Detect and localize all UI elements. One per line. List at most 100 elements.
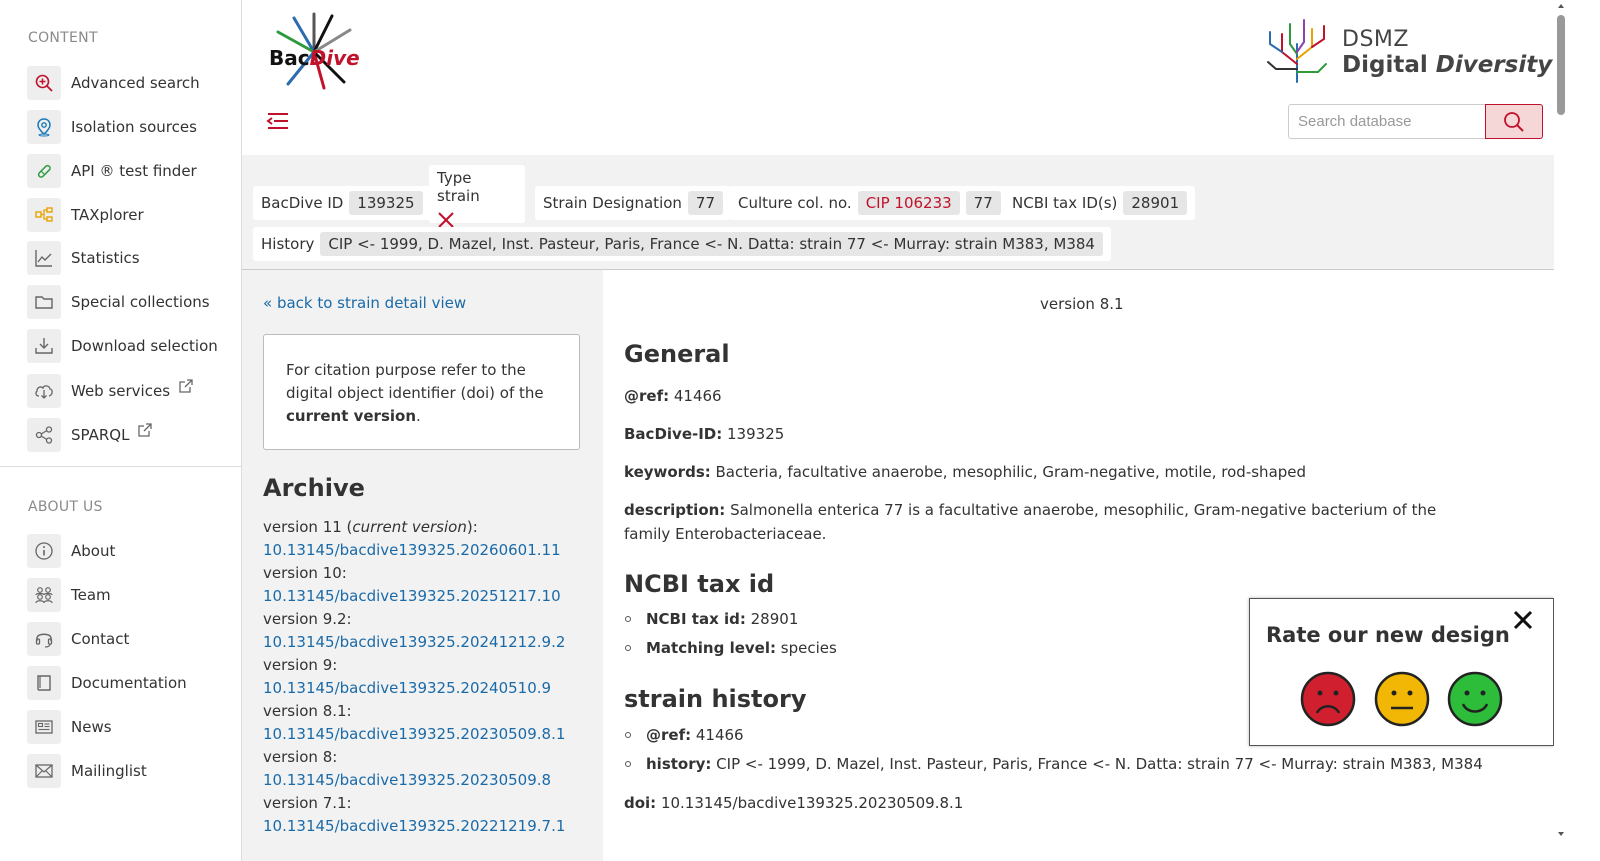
sidebar-item-label: Advanced search	[71, 74, 200, 92]
description-value: Salmonella enterica 77 is a facultative …	[624, 501, 1437, 543]
strain-designation-label: Strain Designation	[543, 194, 682, 212]
ncbi-taxid-label: NCBI tax ID(s)	[1012, 194, 1118, 212]
sidebar-item-contact[interactable]: Contact	[27, 622, 129, 656]
sidebar-item-special-collections[interactable]: Special collections	[27, 285, 210, 319]
menu-collapse-icon[interactable]	[266, 110, 290, 132]
dsmz-line2: Digital Diversity	[1342, 52, 1552, 78]
logo-part1: Bac	[269, 46, 310, 70]
sidebar-item-label: Isolation sources	[71, 118, 197, 136]
line-chart-icon	[27, 241, 61, 275]
culture-collection-chip: Culture col. no. CIP 106233 77	[730, 186, 1009, 220]
sidebar-item-label: Web services	[71, 382, 171, 400]
sidebar-item-advanced-search[interactable]: Advanced search	[27, 66, 200, 100]
archive-doi-link[interactable]: 10.13145/bacdive139325.20251217.10	[263, 585, 593, 608]
search-button[interactable]	[1485, 104, 1543, 139]
archive-version-label: version 7.1:	[263, 794, 352, 812]
rating-popup: Rate our new design	[1249, 598, 1554, 746]
archive-doi-link[interactable]: 10.13145/bacdive139325.20241212.9.2	[263, 631, 593, 654]
about-section-title: ABOUT US	[28, 499, 103, 515]
search-plus-icon	[27, 66, 61, 100]
strain-info-band: BacDive ID 139325 Type strain Strain Des…	[242, 155, 1554, 270]
archive-version-label: version 8:	[263, 748, 338, 766]
cloud-download-icon	[27, 374, 61, 408]
sidebar-item-sparql[interactable]: SPARQL	[27, 418, 153, 452]
general-heading: General	[624, 340, 730, 368]
scroll-up-icon[interactable]	[1557, 2, 1565, 10]
sidebar-item-statistics[interactable]: Statistics	[27, 241, 140, 275]
archive-list: version 11 (current version): 10.13145/b…	[263, 516, 593, 838]
sidebar-item-label: SPARQL	[71, 426, 130, 444]
sidebar-item-team[interactable]: Team	[27, 578, 111, 612]
culture-collection-value: 77	[965, 191, 1001, 215]
back-to-strain-link[interactable]: « back to strain detail view	[263, 294, 466, 312]
main-content: version 8.1 General @ref: 41466 BacDive-…	[603, 270, 1554, 861]
archive-current-label: current version	[352, 518, 467, 536]
history-value: CIP <- 1999, D. Mazel, Inst. Pasteur, Pa…	[320, 232, 1103, 256]
archive-doi-link[interactable]: 10.13145/bacdive139325.20260601.11	[263, 539, 593, 562]
version-label: version 8.1	[1040, 295, 1124, 313]
archive-version-label: version 10:	[263, 564, 347, 582]
sidebar-item-label: Statistics	[71, 249, 140, 267]
ref-label: @ref:	[624, 387, 670, 405]
bacdive-id-value: 139325	[349, 191, 423, 215]
bacdive-id-field: BacDive-ID: 139325	[624, 422, 784, 446]
bacdive-id-chip: BacDive ID 139325	[253, 186, 431, 220]
map-pin-icon	[27, 110, 61, 144]
share-nodes-icon	[27, 418, 61, 452]
doi-value: 10.13145/bacdive139325.20230509.8.1	[656, 794, 964, 812]
archive-doi-link[interactable]: 10.13145/bacdive139325.20221219.7.1	[263, 815, 593, 838]
sidebar-item-isolation-sources[interactable]: Isolation sources	[27, 110, 197, 144]
citation-text: For citation purpose refer to the digita…	[286, 361, 544, 402]
sidebar-item-label: Download selection	[71, 337, 218, 355]
sidebar-item-taxplorer[interactable]: TAXplorer	[27, 198, 144, 232]
happy-face-icon[interactable]	[1447, 671, 1503, 727]
archive-version-label: version 8.1:	[263, 702, 352, 720]
neutral-face-icon[interactable]	[1374, 671, 1430, 727]
header: BacDive DSMZ Digital Diversity	[242, 0, 1554, 155]
sidebar-item-documentation[interactable]: Documentation	[27, 666, 187, 700]
scroll-down-icon[interactable]	[1557, 830, 1565, 838]
sidebar-item-download-selection[interactable]: Download selection	[27, 329, 218, 363]
info-icon	[27, 534, 61, 568]
close-icon[interactable]	[1512, 609, 1534, 631]
history-field-label: history:	[646, 755, 712, 773]
sidebar-item-mailinglist[interactable]: Mailinglist	[27, 754, 147, 788]
history-label: History	[261, 235, 315, 253]
archive-doi-link[interactable]: 10.13145/bacdive139325.20230509.8.1	[263, 723, 593, 746]
description-label: description:	[624, 501, 726, 519]
search-input[interactable]	[1288, 104, 1486, 139]
bacdive-id-label: BacDive ID	[261, 194, 344, 212]
dsmz-tree-logo[interactable]	[1262, 14, 1332, 84]
ncbi-taxid-value: 28901	[1123, 191, 1188, 215]
archive-version-label: version 11 (current version):	[263, 516, 593, 539]
envelope-icon	[27, 754, 61, 788]
sidebar-item-news[interactable]: News	[27, 710, 112, 744]
sidebar-item-label: Contact	[71, 630, 130, 648]
strain-designation-value: 77	[687, 191, 724, 215]
search-icon	[1504, 111, 1524, 132]
sad-face-icon[interactable]	[1300, 671, 1356, 727]
sidebar-item-label: Special collections	[71, 293, 210, 311]
download-icon	[27, 329, 61, 363]
archive-version-text: version 11 (	[263, 518, 353, 536]
book-icon	[27, 666, 61, 700]
dsmz-line1: DSMZ	[1342, 27, 1409, 52]
sidebar-item-api-test-finder[interactable]: API ® test finder	[27, 154, 197, 188]
archive-version-label: version 9:	[263, 656, 338, 674]
scrollbar-thumb[interactable]	[1557, 15, 1565, 115]
page-scrollbar[interactable]	[1554, 0, 1568, 861]
headset-icon	[27, 622, 61, 656]
archive-doi-link[interactable]: 10.13145/bacdive139325.20230509.8	[263, 769, 593, 792]
type-strain-label: Type strain	[437, 169, 480, 205]
bacdive-id-field-label: BacDive-ID:	[624, 425, 723, 443]
doi-label: doi:	[624, 794, 657, 812]
ref-value: 41466	[669, 387, 722, 405]
archive-doi-link[interactable]: 10.13145/bacdive139325.20240510.9	[263, 677, 593, 700]
sidebar-item-label: Team	[71, 586, 111, 604]
list-item: NCBI tax id: 28901	[625, 610, 798, 628]
culture-collection-link[interactable]: CIP 106233	[857, 191, 960, 215]
keywords-value: Bacteria, facultative anaerobe, mesophil…	[710, 463, 1307, 481]
archive-version-suffix: ):	[466, 518, 478, 536]
sidebar-item-web-services[interactable]: Web services	[27, 374, 194, 408]
sidebar-item-about[interactable]: About	[27, 534, 115, 568]
